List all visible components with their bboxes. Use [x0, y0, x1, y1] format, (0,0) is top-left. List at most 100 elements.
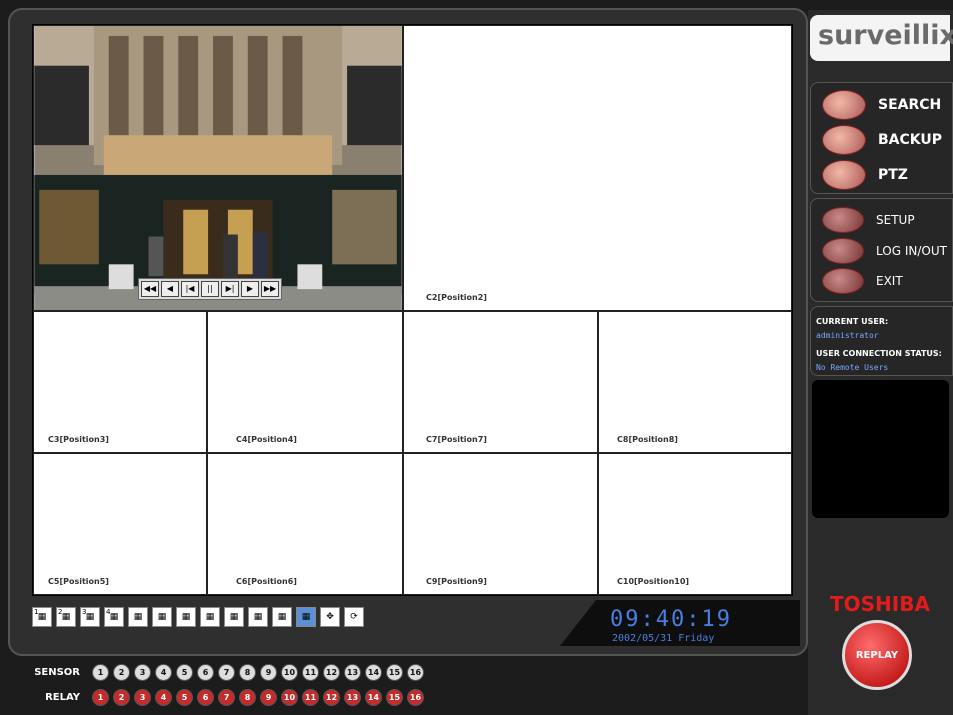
- relay-9[interactable]: 9: [260, 689, 277, 706]
- camera-tile-2[interactable]: C2[Position2]: [403, 25, 792, 311]
- replay-button[interactable]: REPLAY: [842, 620, 912, 690]
- relay-4[interactable]: 4: [155, 689, 172, 706]
- ptz-icon: [822, 160, 866, 190]
- backup-icon: [822, 125, 866, 155]
- sensor-8[interactable]: 8: [239, 664, 256, 681]
- clock-time: 09:40:19: [610, 607, 732, 632]
- sensor-label: SENSOR: [34, 667, 80, 678]
- relay-15[interactable]: 15: [386, 689, 403, 706]
- relay-6[interactable]: 6: [197, 689, 214, 706]
- sensor-9[interactable]: 9: [260, 664, 277, 681]
- layout-grid-c-button[interactable]: ▦: [272, 607, 292, 627]
- playback-controls: ◀◀ ◀ |◀ || ▶| ▶ ▶▶: [138, 278, 282, 300]
- exit-menu-item[interactable]: EXIT: [822, 268, 903, 294]
- relay-13[interactable]: 13: [344, 689, 361, 706]
- camera-label: C3[Position3]: [48, 435, 109, 444]
- camera-tile-6[interactable]: C6[Position6]: [207, 453, 403, 595]
- current-user-label: CURRENT USER:: [816, 317, 889, 326]
- search-menu-item[interactable]: SEARCH: [822, 90, 941, 120]
- layout-2-button[interactable]: 2 ▦: [56, 607, 76, 627]
- camera-tile-8[interactable]: C8[Position8]: [598, 311, 792, 453]
- camera-label: C10[Position10]: [617, 577, 690, 586]
- sequence-icon[interactable]: ⟳: [344, 607, 364, 627]
- sensor-16[interactable]: 16: [407, 664, 424, 681]
- sensor-7[interactable]: 7: [218, 664, 235, 681]
- layout-grid-a-button[interactable]: ▦: [224, 607, 244, 627]
- camera-tile-9[interactable]: C9[Position9]: [403, 453, 598, 595]
- layout-grid-6-button[interactable]: ▦: [128, 607, 148, 627]
- camera-label: C6[Position6]: [236, 577, 297, 586]
- sensor-14[interactable]: 14: [365, 664, 382, 681]
- relay-11[interactable]: 11: [302, 689, 319, 706]
- sensor-2[interactable]: 2: [113, 664, 130, 681]
- relay-5[interactable]: 5: [176, 689, 193, 706]
- camera-label: C8[Position8]: [617, 435, 678, 444]
- ptz-label: PTZ: [878, 167, 908, 183]
- connection-status-value: No Remote Users: [816, 363, 889, 372]
- login-menu-item[interactable]: LOG IN/OUT: [822, 238, 947, 264]
- skip-end-button[interactable]: ▶|: [221, 281, 239, 297]
- layout-1-button[interactable]: 1 ▦: [32, 607, 52, 627]
- connection-status-label: USER CONNECTION STATUS:: [816, 349, 942, 358]
- brand-logo: surveillix: [818, 20, 953, 51]
- sensor-11[interactable]: 11: [302, 664, 319, 681]
- backup-menu-item[interactable]: BACKUP: [822, 125, 942, 155]
- layout-grid-active-button[interactable]: ▦: [296, 607, 316, 627]
- preview-panel: [812, 380, 949, 518]
- layout-4-button[interactable]: 4 ▦: [104, 607, 124, 627]
- sensor-15[interactable]: 15: [386, 664, 403, 681]
- exit-label: EXIT: [876, 274, 903, 288]
- eye-icon: [822, 90, 866, 120]
- sensor-6[interactable]: 6: [197, 664, 214, 681]
- relay-10[interactable]: 10: [281, 689, 298, 706]
- relay-14[interactable]: 14: [365, 689, 382, 706]
- camera-tile-7[interactable]: C7[Position7]: [403, 311, 598, 453]
- layout-grid-b-button[interactable]: ▦: [248, 607, 268, 627]
- ptz-menu-item[interactable]: PTZ: [822, 160, 908, 190]
- relay-16[interactable]: 16: [407, 689, 424, 706]
- pause-button[interactable]: ||: [201, 281, 219, 297]
- rewind-button[interactable]: ◀: [161, 281, 179, 297]
- setup-label: SETUP: [876, 213, 915, 227]
- clock-date: 2002/05/31 Friday: [612, 633, 715, 644]
- relay-7[interactable]: 7: [218, 689, 235, 706]
- layout-number: 2: [58, 608, 63, 616]
- layout-grid-16-button[interactable]: ▦: [200, 607, 220, 627]
- login-label: LOG IN/OUT: [876, 244, 947, 258]
- layout-grid-9-button[interactable]: ▦: [176, 607, 196, 627]
- sensor-13[interactable]: 13: [344, 664, 361, 681]
- camera-feed-image: [34, 26, 402, 310]
- relay-8[interactable]: 8: [239, 689, 256, 706]
- relay-1[interactable]: 1: [92, 689, 109, 706]
- setup-menu-item[interactable]: SETUP: [822, 207, 915, 233]
- camera-label: C5[Position5]: [48, 577, 109, 586]
- camera-tile-3[interactable]: C3[Position3]: [33, 311, 207, 453]
- sensor-4[interactable]: 4: [155, 664, 172, 681]
- toshiba-logo: TOSHIBA: [830, 592, 930, 616]
- camera-tile-1[interactable]: ◀◀ ◀ |◀ || ▶| ▶ ▶▶: [33, 25, 403, 311]
- fast-forward-button[interactable]: ▶▶: [261, 281, 279, 297]
- relay-2[interactable]: 2: [113, 689, 130, 706]
- camera-label: C2[Position2]: [426, 293, 487, 302]
- camera-tile-10[interactable]: C10[Position10]: [598, 453, 792, 595]
- camera-tile-4[interactable]: C4[Position4]: [207, 311, 403, 453]
- layout-grid-7-button[interactable]: ▦: [152, 607, 172, 627]
- sensor-5[interactable]: 5: [176, 664, 193, 681]
- exit-door-icon: [822, 268, 864, 294]
- layout-3-button[interactable]: 3 ▦: [80, 607, 100, 627]
- relay-row: RELAY 1 2 3 4 5 6 7 8 9 10 11 12 13 14 1…: [30, 689, 424, 706]
- sensor-10[interactable]: 10: [281, 664, 298, 681]
- layout-toolbar: 1 ▦ 2 ▦ 3 ▦ 4 ▦ ▦ ▦ ▦ ▦ ▦ ▦ ▦ ▦ ✥ ⟳: [32, 607, 364, 627]
- sensor-1[interactable]: 1: [92, 664, 109, 681]
- relay-12[interactable]: 12: [323, 689, 340, 706]
- play-button[interactable]: ▶: [241, 281, 259, 297]
- search-label: SEARCH: [878, 97, 942, 113]
- sensor-row: SENSOR 1 2 3 4 5 6 7 8 9 10 11 12 13 14 …: [30, 664, 424, 681]
- fullscreen-icon[interactable]: ✥: [320, 607, 340, 627]
- fast-rewind-button[interactable]: ◀◀: [141, 281, 159, 297]
- sensor-3[interactable]: 3: [134, 664, 151, 681]
- sensor-12[interactable]: 12: [323, 664, 340, 681]
- skip-start-button[interactable]: |◀: [181, 281, 199, 297]
- relay-3[interactable]: 3: [134, 689, 151, 706]
- camera-tile-5[interactable]: C5[Position5]: [33, 453, 207, 595]
